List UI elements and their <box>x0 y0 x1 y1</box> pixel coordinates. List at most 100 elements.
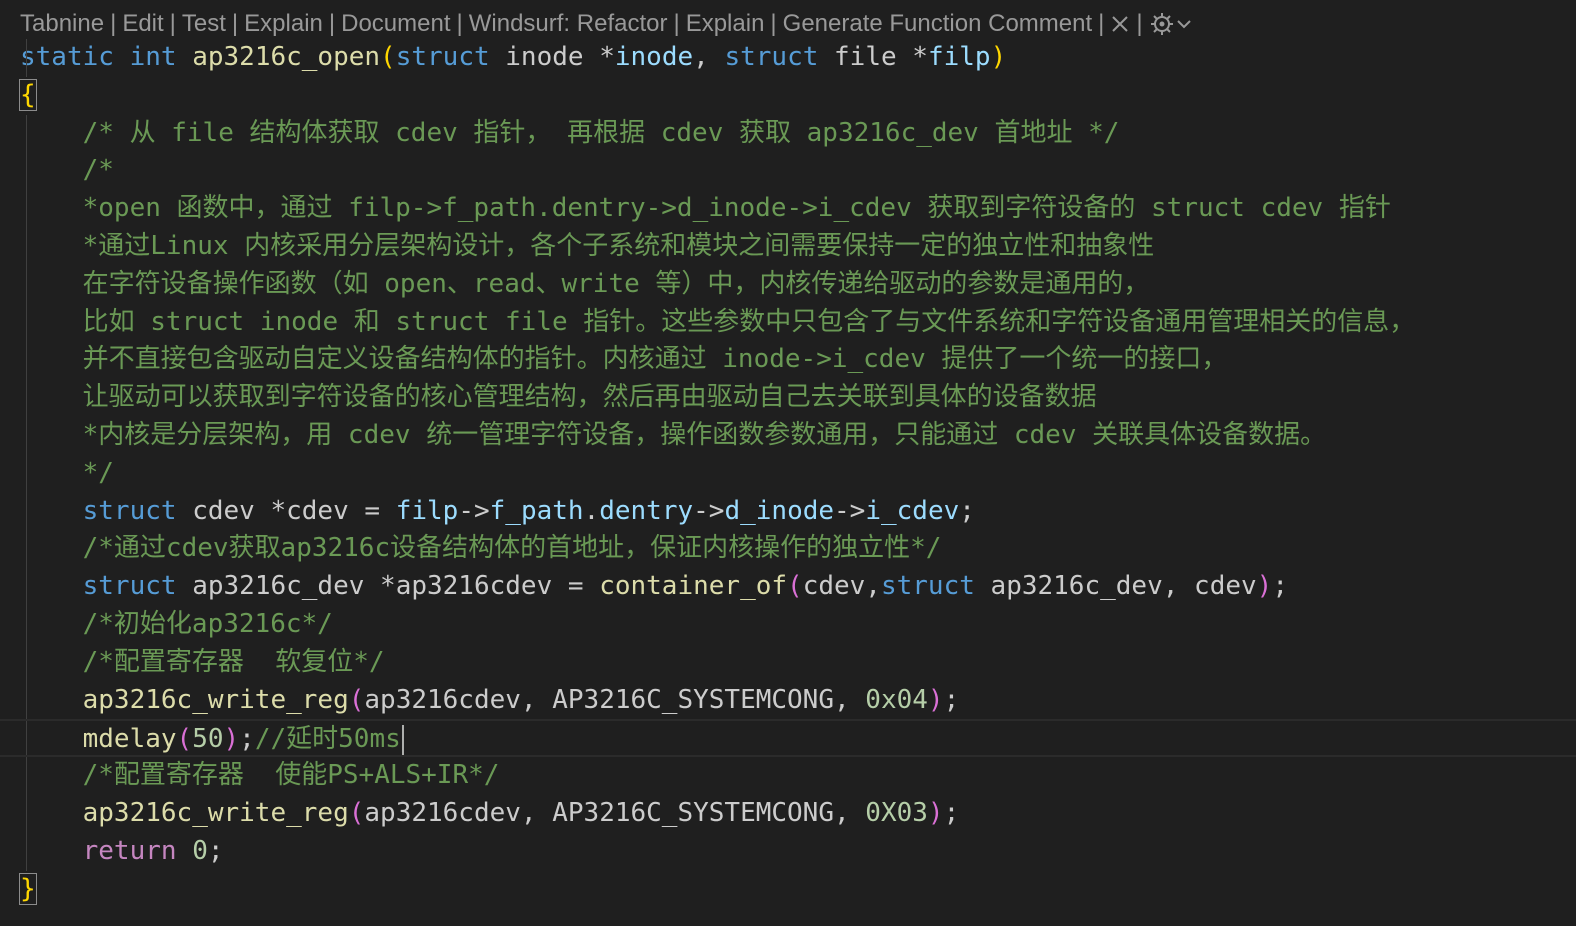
code-token: 0x04 <box>865 684 928 715</box>
codelens-document[interactable]: Document <box>341 10 450 38</box>
code-line[interactable]: 在字符设备操作函数（如 open、read、write 等）中，内核传递给驱动的… <box>0 265 1576 304</box>
code-token: cdev, <box>802 571 881 602</box>
code-line[interactable]: *open 函数中，通过 filp->f_path.dentry->d_inod… <box>0 190 1576 228</box>
codelens-bar: Tabnine | Edit | Test | Explain | Document | Winds… <box>20 8 1193 40</box>
indent-guide <box>26 114 27 153</box>
code-line[interactable]: /*配置寄存器 使能PS+ALS+IR*/ <box>0 757 1576 795</box>
code-token: cdev *cdev = <box>176 495 396 526</box>
code-line[interactable]: /*配置寄存器 软复位*/ <box>0 643 1576 682</box>
code-token: ( <box>348 797 365 828</box>
code-line[interactable]: ap3216c_write_reg(ap3216cdev, AP3216C_SY… <box>0 794 1576 833</box>
codelens-generate-function-comment[interactable]: Generate Function Comment <box>783 10 1092 38</box>
code-token: 0X03 <box>865 797 928 828</box>
code-line[interactable]: /* 从 file 结构体获取 cdev 指针， 再根据 cdev 获取 ap3… <box>0 114 1576 153</box>
codelens-windsurf-refactor[interactable]: Windsurf: Refactor <box>469 10 668 38</box>
codelens-edit[interactable]: Edit <box>122 10 163 38</box>
code-line[interactable]: return 0; <box>0 832 1576 871</box>
codelens-tabnine[interactable]: Tabnine <box>20 10 104 38</box>
code-editor[interactable]: static int ap3216c_open(struct inode *in… <box>0 39 1576 908</box>
code-token: -> <box>693 495 725 526</box>
brace-token: } <box>19 872 37 905</box>
code-line[interactable]: /*通过cdev获取ap3216c设备结构体的首地址，保证内核操作的独立性*/ <box>0 530 1576 569</box>
code-token: ; <box>1272 571 1288 602</box>
code-line[interactable]: } <box>0 871 1576 909</box>
indent-guide <box>26 721 27 756</box>
code-line[interactable]: ap3216c_write_reg(ap3216cdev, AP3216C_SY… <box>0 681 1576 720</box>
codelens-explain[interactable]: Explain <box>244 10 323 38</box>
chevron-down-icon[interactable] <box>1175 15 1193 33</box>
indent-guide <box>26 454 27 493</box>
code-token: 50 <box>192 724 224 755</box>
indent-guide <box>26 568 27 606</box>
code-token: -> <box>834 495 866 526</box>
code-token: , <box>693 42 725 72</box>
code-token: 并不直接包含驱动自定义设备结构体的指针。内核通过 inode->i_cdev 提… <box>82 344 1228 375</box>
code-token: struct <box>82 495 177 526</box>
code-line[interactable]: 让驱动可以获取到字符设备的核心管理结构，然后再由驱动自己去关联到具体的设备数据 <box>0 379 1576 417</box>
indent-guide <box>26 757 27 795</box>
indent-guide <box>26 416 27 455</box>
indent-guide <box>26 605 27 644</box>
code-token: ap3216c_write_reg <box>82 797 349 828</box>
close-icon[interactable] <box>1110 14 1130 34</box>
code-line[interactable]: mdelay(50);//延时50ms <box>0 719 1576 758</box>
code-token: struct <box>395 42 490 72</box>
code-line[interactable]: */ <box>0 454 1576 493</box>
code-token: ap3216c_write_reg <box>82 684 349 715</box>
code-token: f_path <box>489 495 584 526</box>
codelens-explain[interactable]: Explain <box>686 10 765 38</box>
indent-guide <box>26 832 27 871</box>
code-token: /*配置寄存器 使能PS+ALS+IR*/ <box>82 760 500 791</box>
code-token: ( <box>787 571 803 602</box>
code-line[interactable]: /* <box>0 152 1576 191</box>
code-token: int <box>129 42 177 72</box>
code-token: -> <box>458 495 490 526</box>
code-token: ( <box>380 42 396 72</box>
code-token: inode * <box>489 42 615 72</box>
code-token: struct <box>724 42 819 72</box>
indent-guide <box>26 265 27 304</box>
code-line[interactable]: struct cdev *cdev = filp->f_path.dentry-… <box>0 492 1576 531</box>
code-token: static <box>20 42 114 72</box>
code-token: file * <box>818 42 928 72</box>
code-line[interactable]: struct ap3216c_dev *ap3216cdev = contain… <box>0 568 1576 606</box>
code-line[interactable]: { <box>0 77 1576 115</box>
code-line[interactable]: static int ap3216c_open(struct inode *in… <box>0 39 1576 77</box>
indent-guide <box>26 303 27 342</box>
code-token: *通过Linux 内核采用分层架构设计，各个子系统和模块之间需要保持一定的独立性… <box>82 230 1155 261</box>
code-token: 0 <box>192 835 208 866</box>
code-token: filp <box>927 42 991 72</box>
code-line[interactable]: *通过Linux 内核采用分层架构设计，各个子系统和模块之间需要保持一定的独立性… <box>0 227 1576 266</box>
windsurf-settings-icon[interactable] <box>1149 11 1175 37</box>
indent-guide <box>26 530 27 569</box>
code-token: ) <box>927 684 944 715</box>
code-token: dentry <box>599 495 694 526</box>
code-token: *open 函数中，通过 filp->f_path.dentry->d_inod… <box>82 193 1391 224</box>
code-line[interactable]: /*初始化ap3216c*/ <box>0 605 1576 644</box>
code-line[interactable]: 并不直接包含驱动自定义设备结构体的指针。内核通过 inode->i_cdev 提… <box>0 341 1576 380</box>
code-line[interactable]: *内核是分层架构，用 cdev 统一管理字符设备，操作函数参数通用，只能通过 c… <box>0 416 1576 455</box>
code-token: /*通过cdev获取ap3216c设备结构体的首地址，保证内核操作的独立性*/ <box>82 533 942 564</box>
codelens-test[interactable]: Test <box>182 10 226 38</box>
code-line[interactable]: 比如 struct inode 和 struct file 指针。这些参数中只包… <box>0 303 1576 342</box>
code-token: ; <box>943 797 960 828</box>
codelens-separator: | <box>169 10 176 37</box>
text-cursor <box>401 724 404 755</box>
code-token: ( <box>348 684 365 715</box>
